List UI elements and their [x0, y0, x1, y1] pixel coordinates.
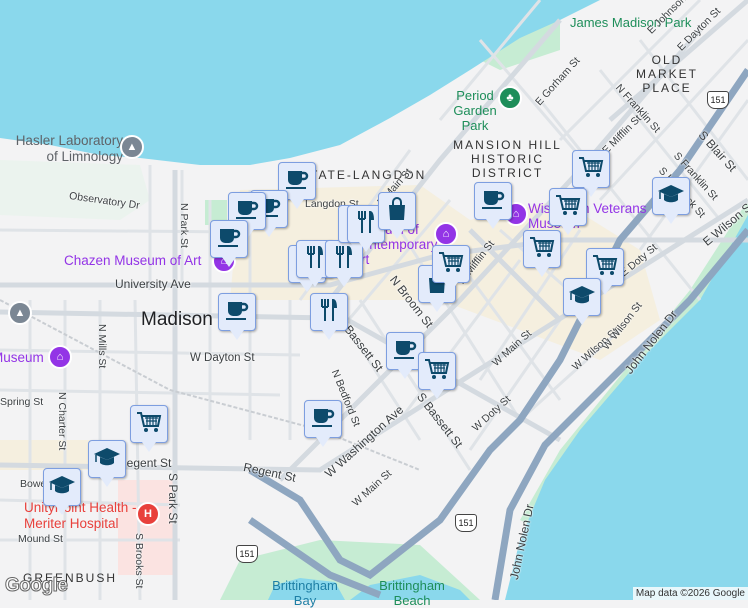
cart-icon [577, 153, 605, 186]
cart-marker[interactable] [432, 245, 470, 292]
graduation-cap-icon[interactable]: ▲ [120, 135, 144, 159]
cart-marker[interactable] [572, 150, 610, 197]
coffee-marker[interactable] [218, 293, 256, 340]
shopping-bag-icon [383, 195, 411, 228]
restaurant-marker[interactable] [310, 293, 348, 340]
coffee-marker[interactable] [210, 220, 248, 267]
graduation-cap-icon [93, 443, 121, 476]
old-market-place-label: OLD MARKET PLACE [635, 53, 698, 95]
museum-icon[interactable]: ⌂ [48, 345, 72, 369]
cart-icon [135, 408, 163, 441]
street-label: S Brooks St [133, 533, 145, 589]
graduation-cap-icon [568, 281, 596, 314]
coffee-marker[interactable] [304, 400, 342, 447]
street-label: Spring St [0, 396, 44, 408]
street-label: N Charter St [56, 392, 68, 451]
coffee-icon [223, 296, 251, 329]
street-label: Regent St [118, 456, 172, 470]
coffee-marker[interactable] [474, 182, 512, 229]
veterans-museum-label: Wisconsin Veterans Museum [528, 201, 647, 231]
coffee-icon [309, 403, 337, 436]
street-label: N Park St [178, 203, 190, 248]
madison-label: Madison [141, 309, 213, 330]
museum-icon[interactable]: ⌂ [434, 222, 458, 246]
chazen-museum-label: Chazen Museum of Art [64, 253, 202, 268]
street-label: University Ave [115, 277, 191, 291]
cart-icon [437, 248, 465, 281]
hasler-lab-label: Hasler Laboratory of Limnology [15, 133, 123, 164]
museum-left-label: Museum [0, 350, 44, 365]
graduation-cap-marker[interactable] [652, 177, 690, 224]
cart-icon [554, 191, 582, 224]
meriter-hospital-label: UnityPoint Health - Meriter Hospital [24, 500, 137, 531]
hospital-icon[interactable]: H [136, 502, 160, 526]
coffee-icon [391, 335, 419, 368]
graduation-cap-icon [48, 471, 76, 504]
cart-icon [423, 355, 451, 388]
street-label: S Park St [166, 473, 180, 524]
highway-151-shield: 151 [707, 91, 729, 109]
graduation-cap-icon[interactable]: ▲ [8, 301, 32, 325]
brittingham-beach-label: Brittingham Beach [379, 578, 445, 608]
street-label: Mound St [18, 533, 63, 545]
cart-icon [528, 233, 556, 266]
graduation-cap-marker[interactable] [43, 468, 81, 515]
restaurant-icon [315, 296, 343, 329]
cart-marker[interactable] [130, 405, 168, 452]
cart-marker[interactable] [523, 230, 561, 277]
mansion-hill-label: MANSION HILL HISTORIC DISTRICT [453, 138, 562, 180]
street-label: W Dayton St [190, 352, 255, 364]
graduation-cap-icon [657, 180, 685, 213]
graduation-cap-marker[interactable] [563, 278, 601, 325]
google-logo: Google [4, 575, 68, 597]
highway-151-shield: 151 [236, 545, 258, 563]
james-madison-park-label: James Madison Park [570, 15, 692, 30]
shopping-bag-marker[interactable] [378, 192, 416, 239]
graduation-cap-marker[interactable] [88, 440, 126, 487]
map-attribution[interactable]: Map data ©2026 Google [632, 587, 748, 600]
coffee-icon [479, 185, 507, 218]
restaurant-icon [352, 208, 380, 241]
cart-marker[interactable] [418, 352, 456, 399]
coffee-icon [215, 223, 243, 256]
tree-icon[interactable]: ♣ [498, 86, 522, 110]
brittingham-bay-label: Brittingham Bay [272, 578, 338, 608]
highway-151-shield: 151 [455, 514, 477, 532]
street-label: N Mills St [96, 324, 108, 369]
cart-marker[interactable] [549, 188, 587, 235]
